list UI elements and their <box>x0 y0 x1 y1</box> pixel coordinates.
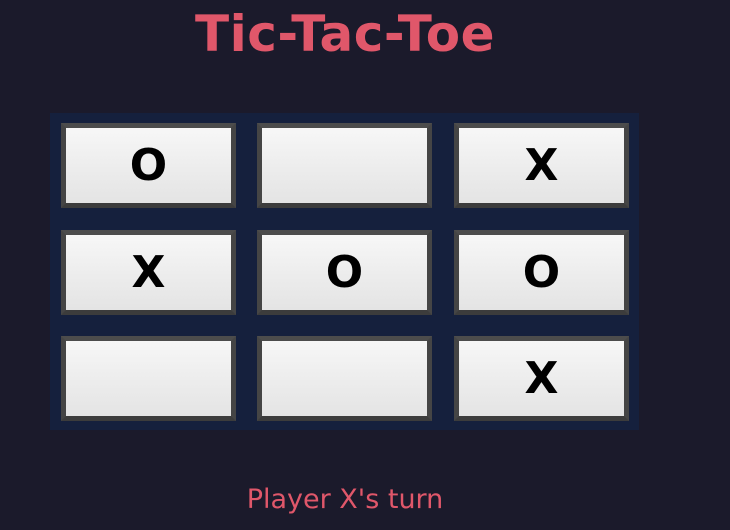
cell-5-mark: O <box>325 246 364 298</box>
cell-1[interactable]: O <box>61 123 236 208</box>
cell-2[interactable] <box>257 123 432 208</box>
cell-4-mark: X <box>131 246 166 298</box>
game-board: O X X O O X <box>50 113 639 430</box>
cell-9-mark: X <box>524 352 559 404</box>
cell-3[interactable]: X <box>454 123 629 208</box>
cell-4[interactable]: X <box>61 230 236 315</box>
cell-6[interactable]: O <box>454 230 629 315</box>
game-title: Tic-Tac-Toe <box>195 5 495 63</box>
cell-7[interactable] <box>61 336 236 421</box>
cell-9[interactable]: X <box>454 336 629 421</box>
cell-3-mark: X <box>524 139 559 191</box>
cell-8[interactable] <box>257 336 432 421</box>
cell-5[interactable]: O <box>257 230 432 315</box>
turn-status: Player X's turn <box>246 484 444 515</box>
cell-6-mark: O <box>522 246 561 298</box>
cell-1-mark: O <box>129 139 168 191</box>
